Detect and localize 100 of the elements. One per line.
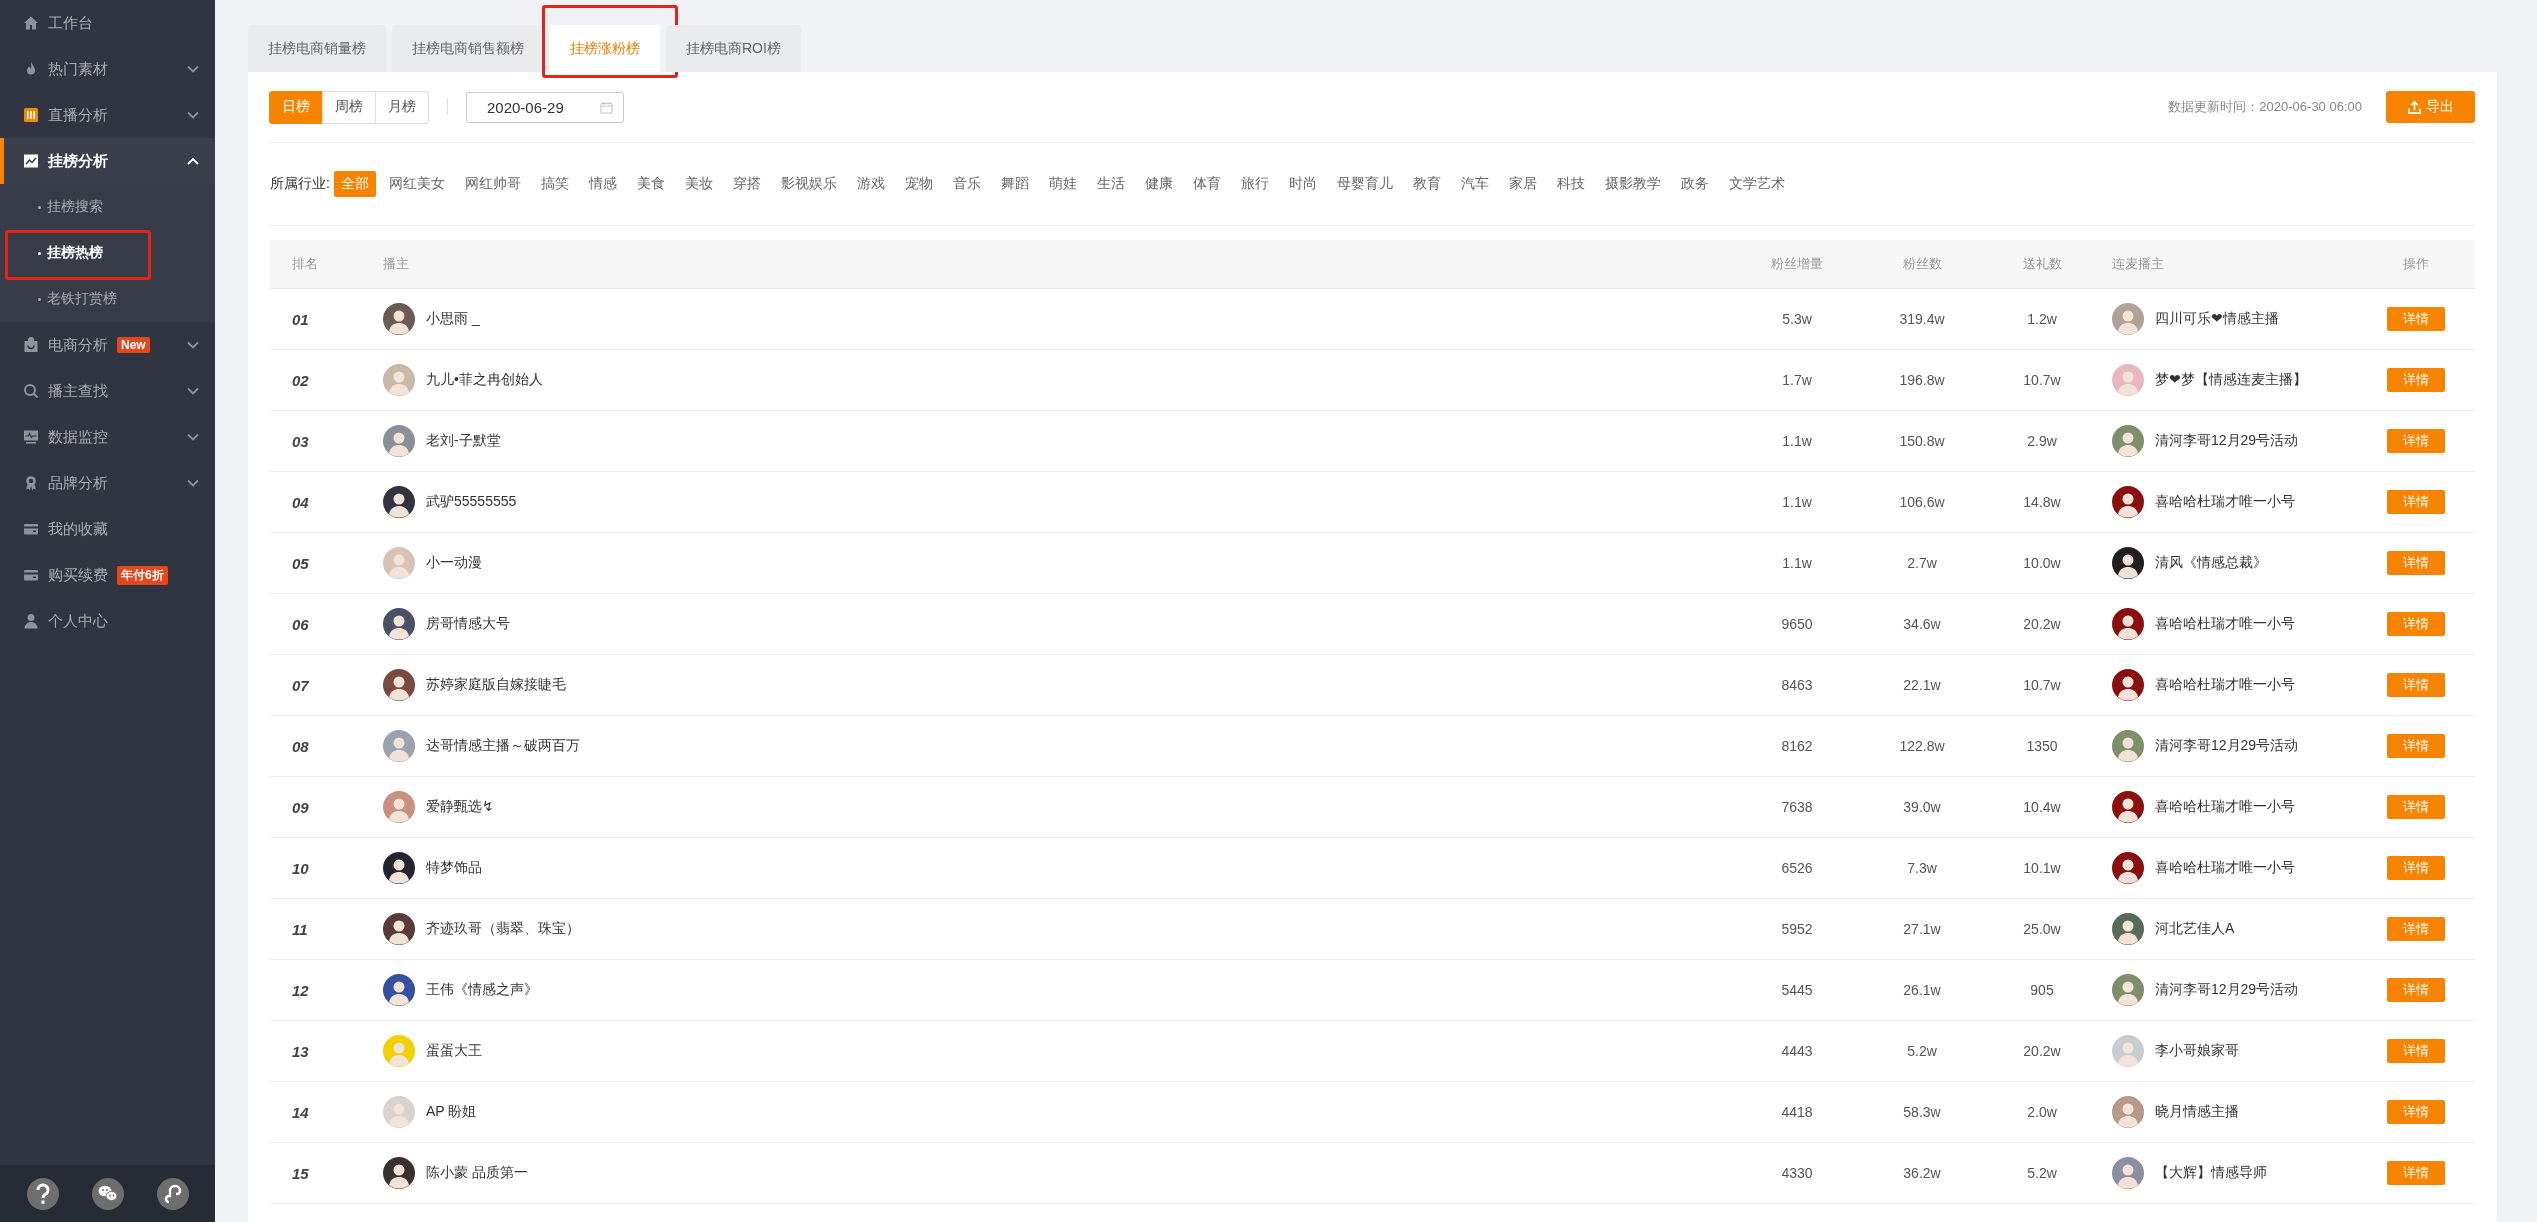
- partner-name: 喜哈哈杜瑞才唯一小号: [2155, 676, 2295, 694]
- industry-option[interactable]: 健康: [1137, 171, 1180, 197]
- chevron-down-icon: [187, 65, 199, 73]
- table-cell-text: 34.6w: [1902, 616, 1942, 632]
- date-field[interactable]: 2020-06-29: [466, 91, 624, 123]
- avatar-icon: [2112, 364, 2144, 396]
- table-cell-text: 5.2w: [2026, 1165, 2058, 1181]
- sidebar-item[interactable]: 工作台: [0, 0, 215, 46]
- rank-cell-text: 09: [291, 798, 310, 816]
- sidebar-item[interactable]: 我的收藏: [0, 506, 215, 552]
- industry-option[interactable]: 游戏: [849, 171, 892, 197]
- avatar-icon: [2112, 303, 2144, 335]
- industry-option[interactable]: 美食: [629, 171, 672, 197]
- sidebar-item[interactable]: 挂榜分析: [0, 138, 215, 184]
- industry-option[interactable]: 生活: [1089, 171, 1132, 197]
- partner-name: 清河李哥12月29号活动: [2155, 981, 2299, 999]
- tab[interactable]: 挂榜电商销售额榜: [392, 25, 544, 72]
- submenu-item[interactable]: 挂榜热榜: [0, 230, 215, 276]
- industry-option[interactable]: 穿搭: [725, 171, 768, 197]
- table-cell-text: 1.7w: [1781, 372, 1813, 388]
- submenu-item[interactable]: 挂榜搜索: [0, 184, 215, 230]
- industry-option[interactable]: 网红帅哥: [457, 171, 528, 197]
- help-icon[interactable]: [26, 1177, 59, 1210]
- tab[interactable]: 挂榜涨粉榜: [550, 25, 660, 72]
- column-header: 操作: [2402, 255, 2430, 273]
- table-cell-text: 1.1w: [1781, 433, 1813, 449]
- table-cell-text: 4443: [1780, 1043, 1814, 1059]
- table-cell-text: 2.7w: [1906, 555, 1938, 571]
- link-icon[interactable]: [156, 1177, 189, 1210]
- menu-label: 购买续费: [48, 565, 108, 585]
- sidebar-item[interactable]: 品牌分析: [0, 460, 215, 506]
- sidebar-item[interactable]: 购买续费 年付6折: [0, 552, 215, 598]
- partner-name: 晓月情感主播: [2155, 1103, 2239, 1121]
- sidebar-item[interactable]: 个人中心: [0, 598, 215, 644]
- table-cell-text: 1.2w: [2026, 311, 2058, 327]
- card-icon: [23, 567, 39, 583]
- avatar-icon: [383, 303, 415, 335]
- sidebar-item[interactable]: 数据监控: [0, 414, 215, 460]
- industry-option[interactable]: 搞笑: [533, 171, 576, 197]
- table-cell-text: 4330: [1780, 1165, 1814, 1181]
- period-button[interactable]: 月榜: [375, 90, 429, 124]
- partner-name: 喜哈哈杜瑞才唯一小号: [2155, 493, 2295, 511]
- industry-option[interactable]: 体育: [1185, 171, 1228, 197]
- industry-option[interactable]: 萌娃: [1041, 171, 1084, 197]
- table-cell-text: 10.1w: [2022, 860, 2062, 876]
- home-icon: [23, 15, 39, 31]
- avatar-icon: [383, 730, 415, 762]
- sidebar-item[interactable]: 热门素材: [0, 46, 215, 92]
- industry-option[interactable]: 汽车: [1453, 171, 1496, 197]
- menu-label: 个人中心: [48, 611, 108, 631]
- rank-cell-text: 04: [291, 493, 310, 511]
- avatar-icon: [2112, 608, 2144, 640]
- anchor-name: 特梦饰品: [426, 859, 482, 877]
- avatar-icon: [383, 1035, 415, 1067]
- avatar-icon: [2112, 1035, 2144, 1067]
- table-cell-text: 2.9w: [2026, 433, 2058, 449]
- table-cell-text: 9650: [1780, 616, 1814, 632]
- industry-option[interactable]: 教育: [1405, 171, 1448, 197]
- industry-option[interactable]: 家居: [1501, 171, 1544, 197]
- monitor-icon: [23, 429, 39, 445]
- industry-option[interactable]: 母婴育儿: [1329, 171, 1400, 197]
- anchor-name: 老刘-子默堂: [426, 432, 501, 450]
- industry-option[interactable]: 科技: [1549, 171, 1592, 197]
- industry-option[interactable]: 宠物: [897, 171, 940, 197]
- table-cell-text: 4418: [1780, 1104, 1814, 1120]
- sidebar-item[interactable]: 播主查找: [0, 368, 215, 414]
- chat-icon[interactable]: [91, 1177, 124, 1210]
- industry-option[interactable]: 文学艺术: [1721, 171, 1792, 197]
- industry-option[interactable]: 摄影教学: [1597, 171, 1668, 197]
- industry-option[interactable]: 影视娱乐: [773, 171, 844, 197]
- tab[interactable]: 挂榜电商销量榜: [248, 25, 386, 72]
- avatar-icon: [383, 791, 415, 823]
- industry-option[interactable]: 情感: [581, 171, 624, 197]
- table-cell-text: 5445: [1780, 982, 1814, 998]
- table-cell-text: 5952: [1780, 921, 1814, 937]
- table-cell-text: 1350: [2025, 738, 2059, 754]
- award-icon: [23, 475, 39, 491]
- avatar-icon: [2112, 974, 2144, 1006]
- table-cell-text: 25.0w: [2022, 921, 2062, 937]
- rank-cell-text: 12: [291, 981, 310, 999]
- table-cell-text: 39.0w: [1902, 799, 1942, 815]
- partner-name: 李小哥娘家哥: [2155, 1042, 2239, 1060]
- sidebar-item[interactable]: 电商分析 New: [0, 322, 215, 368]
- menu-label: 工作台: [48, 13, 93, 33]
- industry-option[interactable]: 美妆: [677, 171, 720, 197]
- table-cell-text: 2.0w: [2026, 1104, 2058, 1120]
- industry-option[interactable]: 网红美女: [381, 171, 452, 197]
- industry-option[interactable]: 时尚: [1281, 171, 1324, 197]
- industry-option[interactable]: 音乐: [945, 171, 988, 197]
- chevron-down-icon: [187, 341, 199, 349]
- rank-cell-text: 14: [291, 1103, 310, 1121]
- industry-option[interactable]: 旅行: [1233, 171, 1276, 197]
- tab[interactable]: 挂榜电商ROI榜: [666, 25, 801, 72]
- menu-label: 播主查找: [48, 381, 108, 401]
- sidebar-item[interactable]: 直播分析: [0, 92, 215, 138]
- industry-option[interactable]: 舞蹈: [993, 171, 1036, 197]
- table-cell-text: 5.3w: [1781, 311, 1813, 327]
- period-button[interactable]: 周榜: [322, 90, 376, 124]
- industry-option[interactable]: 政务: [1673, 171, 1716, 197]
- submenu-item[interactable]: 老铁打赏榜: [0, 276, 215, 322]
